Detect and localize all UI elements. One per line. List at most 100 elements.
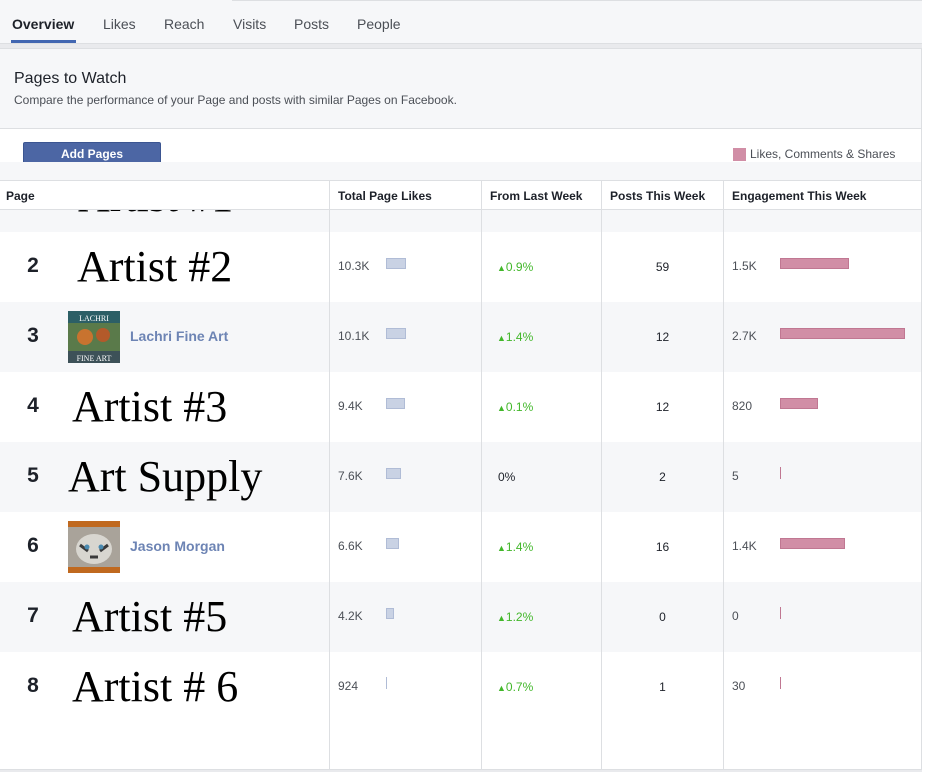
header-page[interactable]: Page <box>6 189 35 203</box>
likes-bar <box>386 328 406 339</box>
page-name-link[interactable]: Lachri Fine Art <box>130 328 228 344</box>
tab-bar-top-edge <box>232 0 922 4</box>
likes-bar <box>386 538 399 549</box>
tab-likes[interactable]: Likes <box>103 16 136 32</box>
row-rank: 5 <box>27 464 39 487</box>
posts-count: 2 <box>659 470 666 484</box>
triangle-up-icon: ▲ <box>497 403 506 413</box>
total-likes-value: 6.6K <box>338 539 363 553</box>
panel-title: Pages to Watch <box>14 70 127 87</box>
engagement-bar <box>780 328 905 339</box>
thumbnail-text-bottom: FINE ART <box>77 354 112 363</box>
likes-bar <box>386 398 405 409</box>
column-divider <box>329 180 330 769</box>
engagement-bar <box>780 607 781 619</box>
insights-tab-bar: Overview Likes Reach Visits Posts People <box>0 0 922 44</box>
tab-overview[interactable]: Overview <box>12 16 74 32</box>
engagement-value: 820 <box>732 399 753 413</box>
table-row: 3 LACHRI FINE ART Lachri Fine Art 10.1K ▲1… <box>0 302 921 372</box>
column-divider <box>481 180 482 769</box>
posts-count: 1 <box>659 680 666 694</box>
triangle-up-icon: ▲ <box>497 333 506 343</box>
page-thumbnail-image[interactable]: LACHRI FINE ART <box>68 311 120 363</box>
header-total-page-likes[interactable]: Total Page Likes <box>338 189 432 203</box>
row-rank: 6 <box>27 534 39 557</box>
triangle-up-icon: ▲ <box>497 683 506 693</box>
change-value: ▲0.7% <box>497 680 534 694</box>
header-posts-this-week[interactable]: Posts This Week <box>610 189 705 203</box>
engagement-value: 1.5K <box>732 259 757 273</box>
row-rank: 2 <box>27 254 39 277</box>
engagement-value: 5 <box>732 469 739 483</box>
triangle-up-icon: ▲ <box>497 613 506 623</box>
table-row: 8 Artist # 6 924 ▲0.7% 1 30 <box>0 652 921 722</box>
row-rank: 8 <box>27 674 39 697</box>
panel-header: Pages to Watch Compare the performance o… <box>0 49 921 129</box>
page-name-label: Artist #5 <box>72 592 228 641</box>
column-divider <box>601 180 602 769</box>
page-name-label: Artist #3 <box>72 382 228 431</box>
engagement-bar <box>780 398 818 409</box>
pages-to-watch-panel: Pages to Watch Compare the performance o… <box>0 48 922 770</box>
legend-label: Likes, Comments & Shares <box>750 147 896 161</box>
tab-reach[interactable]: Reach <box>164 16 204 32</box>
page-thumbnail-image[interactable] <box>68 521 120 573</box>
engagement-value: 0 <box>732 609 739 623</box>
tab-visits[interactable]: Visits <box>233 16 266 32</box>
header-from-last-week[interactable]: From Last Week <box>490 189 582 203</box>
engagement-bar <box>780 538 845 549</box>
thumbnail-text-top: LACHRI <box>79 314 109 323</box>
active-tab-indicator <box>11 40 76 43</box>
change-value: ▲1.2% <box>497 610 534 624</box>
total-likes-value: 924 <box>338 679 359 693</box>
likes-bar <box>386 468 401 479</box>
table-row: 6 Jason Morgan 6.6K ▲1.4% 16 1.4K <box>0 512 921 582</box>
table-row: 7 Artist #5 4.2K ▲1.2% 0 0 <box>0 582 921 652</box>
likes-bar <box>386 677 387 689</box>
change-value: ▲0.9% <box>497 260 534 274</box>
table-row: 5 Art Supply 7.6K 0% 2 5 <box>0 442 921 512</box>
page-name-label: Art Supply <box>68 452 263 501</box>
page-name-link[interactable]: Jason Morgan <box>130 538 225 554</box>
posts-count: 59 <box>655 260 670 274</box>
total-likes-value: 9.4K <box>338 399 363 413</box>
posts-count: 12 <box>655 400 670 414</box>
total-likes-value: 10.3K <box>338 259 370 273</box>
posts-count: 12 <box>655 330 670 344</box>
engagement-bar <box>780 677 781 689</box>
change-value: ▲1.4% <box>497 330 534 344</box>
likes-bar <box>386 258 406 269</box>
page-name-label: Artist # 6 <box>72 662 239 711</box>
tab-people[interactable]: People <box>357 16 401 32</box>
change-value: ▲0.1% <box>497 400 534 414</box>
table-row: 2 Artist #2 10.3K ▲0.9% 59 1.5K <box>0 232 921 302</box>
posts-count: 16 <box>655 540 670 554</box>
engagement-value: 1.4K <box>732 539 757 553</box>
tab-posts[interactable]: Posts <box>294 16 329 32</box>
total-likes-value: 7.6K <box>338 469 363 483</box>
engagement-value: 2.7K <box>732 329 757 343</box>
header-engagement-this-week[interactable]: Engagement This Week <box>732 189 866 203</box>
change-value: ▲1.4% <box>497 540 534 554</box>
panel-subtitle: Compare the performance of your Page and… <box>14 93 457 107</box>
row-rank: 4 <box>27 394 39 417</box>
engagement-bar <box>780 258 849 269</box>
total-likes-value: 4.2K <box>338 609 363 623</box>
engagement-value: 30 <box>732 679 746 693</box>
posts-count: 0 <box>659 610 666 624</box>
triangle-up-icon: ▲ <box>497 263 506 273</box>
table-header: Page Total Page Likes From Last Week Pos… <box>0 180 921 210</box>
chart-legend: Likes, Comments & Shares <box>733 147 895 161</box>
row-rank: 7 <box>27 604 39 627</box>
column-divider <box>723 180 724 769</box>
total-likes-value: 10.1K <box>338 329 370 343</box>
likes-bar <box>386 608 394 619</box>
engagement-bar <box>780 467 781 479</box>
page-name-label: Artist #2 <box>77 242 233 291</box>
scrollbar-track[interactable] <box>922 0 937 772</box>
change-value: 0% <box>498 470 516 484</box>
table-row: 4 Artist #3 9.4K ▲0.1% 12 820 <box>0 372 921 442</box>
triangle-up-icon: ▲ <box>497 543 506 553</box>
legend-swatch <box>733 147 746 161</box>
row-rank: 3 <box>27 324 39 347</box>
